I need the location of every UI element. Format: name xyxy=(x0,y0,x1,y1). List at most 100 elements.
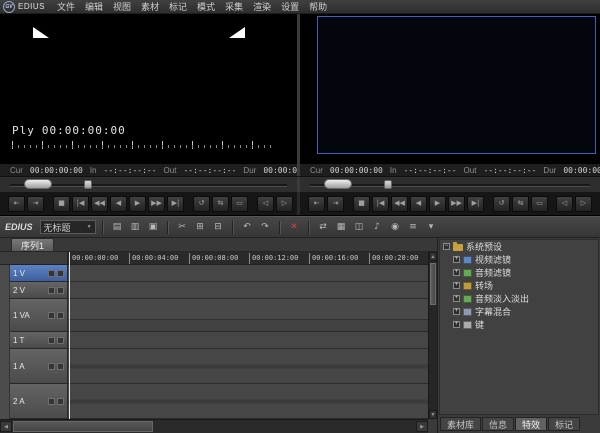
player-shuttle-handle[interactable] xyxy=(24,179,52,189)
horizontal-scroll-thumb[interactable] xyxy=(13,421,153,432)
mixer-button[interactable]: ◫ xyxy=(352,220,367,235)
track-lock-button[interactable] xyxy=(57,363,64,370)
recorder-set-out-button[interactable]: ⇥ xyxy=(327,196,344,212)
recorder-monitor[interactable] xyxy=(300,14,600,164)
grid-mode-button[interactable]: ▦ xyxy=(334,220,349,235)
track-lock-button[interactable] xyxy=(57,287,64,294)
player-stop-button[interactable]: ■ xyxy=(53,196,70,212)
recorder-previous-edit-button[interactable]: |◀ xyxy=(372,196,389,212)
track-mute-button[interactable] xyxy=(48,398,55,405)
recorder-shuttle-handle[interactable] xyxy=(324,179,352,189)
recorder-frame-back-button[interactable]: ◀ xyxy=(410,196,427,212)
copy-button[interactable]: ⊞ xyxy=(193,220,208,235)
recorder-stop-button[interactable]: ■ xyxy=(353,196,370,212)
menu-item-marker[interactable]: 标记 xyxy=(164,0,192,13)
player-set-out-button[interactable]: ⇥ xyxy=(27,196,44,212)
recorder-jog-forward-button[interactable]: ▷ xyxy=(575,196,592,212)
menu-item-mode[interactable]: 模式 xyxy=(192,0,220,13)
recorder-play-button[interactable]: ▶ xyxy=(429,196,446,212)
new-sequence-button[interactable]: ▤ xyxy=(110,220,125,235)
player-jog-back-button[interactable]: ◁ xyxy=(257,196,274,212)
capture-button[interactable]: ◉ xyxy=(388,220,403,235)
project-selector[interactable]: 无标题 ▼ xyxy=(40,220,96,234)
palette-item-audio-filters[interactable]: + 音频滤镜 xyxy=(440,266,598,279)
track-lock-button[interactable] xyxy=(57,337,64,344)
player-set-in-button[interactable]: ⇤ xyxy=(8,196,25,212)
track-header-2a[interactable]: 2 A xyxy=(10,384,68,419)
playhead[interactable] xyxy=(69,252,70,419)
track-header-1v[interactable]: 1 V xyxy=(10,265,68,282)
timeline-horizontal-scrollbar[interactable]: ◀ ▶ xyxy=(0,419,428,433)
player-loop-button[interactable]: ↺ xyxy=(193,196,210,212)
expand-icon[interactable]: + xyxy=(453,256,460,263)
player-export-button[interactable]: ▭ xyxy=(231,196,248,212)
open-project-button[interactable]: ▥ xyxy=(128,220,143,235)
player-monitor[interactable]: Ply 00:00:00:00 xyxy=(0,14,300,164)
render-button[interactable]: ≡ xyxy=(406,220,421,235)
expand-icon[interactable]: + xyxy=(453,269,460,276)
menu-item-capture[interactable]: 采集 xyxy=(220,0,248,13)
track-header-1va[interactable]: 1 VA xyxy=(10,299,68,332)
track-mute-button[interactable] xyxy=(48,270,55,277)
timeline-vertical-scrollbar[interactable]: ▲ ▼ xyxy=(428,252,437,419)
scroll-down-icon[interactable]: ▼ xyxy=(429,410,437,419)
track-lane-1va[interactable] xyxy=(68,299,428,332)
expand-icon[interactable]: + xyxy=(453,308,460,315)
menu-item-edit[interactable]: 编辑 xyxy=(80,0,108,13)
track-lock-button[interactable] xyxy=(57,398,64,405)
track-mute-button[interactable] xyxy=(48,337,55,344)
collapse-icon[interactable]: − xyxy=(443,243,450,250)
palette-item-transitions[interactable]: + 转场 xyxy=(440,279,598,292)
tab-marker[interactable]: 标记 xyxy=(548,417,580,431)
track-lock-button[interactable] xyxy=(57,270,64,277)
palette-item-title-mixers[interactable]: + 字幕混合 xyxy=(440,305,598,318)
menu-item-render[interactable]: 渲染 xyxy=(248,0,276,13)
recorder-position-slider[interactable] xyxy=(384,180,392,189)
paste-button[interactable]: ⊟ xyxy=(211,220,226,235)
player-rewind-button[interactable]: ◀◀ xyxy=(91,196,108,212)
tab-sequence-1[interactable]: 序列1 xyxy=(11,238,54,251)
palette-item-keyers[interactable]: + 键 xyxy=(440,318,598,331)
recorder-jog-back-button[interactable]: ◁ xyxy=(556,196,573,212)
recorder-shuttle-track[interactable] xyxy=(310,184,590,187)
track-header-1a[interactable]: 1 A xyxy=(10,349,68,384)
cut-button[interactable]: ✂ xyxy=(175,220,190,235)
menu-item-file[interactable]: 文件 xyxy=(52,0,80,13)
expand-icon[interactable]: + xyxy=(453,282,460,289)
recorder-loop-button[interactable]: ↺ xyxy=(493,196,510,212)
timeline-ruler[interactable]: 00:00:00:00 00:00:04:00 00:00:08:00 00:0… xyxy=(68,252,428,265)
player-position-slider[interactable] xyxy=(84,180,92,189)
menu-item-clip[interactable]: 素材 xyxy=(136,0,164,13)
track-lock-button[interactable] xyxy=(57,312,64,319)
scroll-left-icon[interactable]: ◀ xyxy=(0,421,12,432)
track-lane-1a[interactable] xyxy=(68,349,428,384)
track-lane-2a[interactable] xyxy=(68,384,428,419)
recorder-play-around-button[interactable]: ⇆ xyxy=(512,196,529,212)
player-next-edit-button[interactable]: ▶| xyxy=(167,196,184,212)
scroll-right-icon[interactable]: ▶ xyxy=(416,421,428,432)
player-play-around-button[interactable]: ⇆ xyxy=(212,196,229,212)
recorder-export-button[interactable]: ▭ xyxy=(531,196,548,212)
menu-item-view[interactable]: 视图 xyxy=(108,0,136,13)
undo-button[interactable]: ↶ xyxy=(240,220,255,235)
scroll-up-icon[interactable]: ▲ xyxy=(429,252,437,261)
recorder-rewind-button[interactable]: ◀◀ xyxy=(391,196,408,212)
track-lane-1t[interactable] xyxy=(68,332,428,349)
track-header-2v[interactable]: 2 V xyxy=(10,282,68,299)
recorder-set-in-button[interactable]: ⇤ xyxy=(308,196,325,212)
tab-effects[interactable]: 特效 xyxy=(515,417,547,431)
vertical-scroll-thumb[interactable] xyxy=(430,263,436,305)
palette-item-audio-cross-fades[interactable]: + 音频淡入淡出 xyxy=(440,292,598,305)
expand-icon[interactable]: + xyxy=(453,321,460,328)
track-lane-2v[interactable] xyxy=(68,282,428,299)
track-mute-button[interactable] xyxy=(48,312,55,319)
track-mute-button[interactable] xyxy=(48,287,55,294)
redo-button[interactable]: ↷ xyxy=(258,220,273,235)
track-mute-button[interactable] xyxy=(48,363,55,370)
player-frame-back-button[interactable]: ◀ xyxy=(110,196,127,212)
player-jog-forward-button[interactable]: ▷ xyxy=(276,196,293,212)
export-menu-button[interactable]: ▾ xyxy=(424,220,439,235)
track-lane-1v[interactable] xyxy=(68,265,428,282)
menu-item-settings[interactable]: 设置 xyxy=(276,0,304,13)
player-fast-forward-button[interactable]: ▶▶ xyxy=(148,196,165,212)
